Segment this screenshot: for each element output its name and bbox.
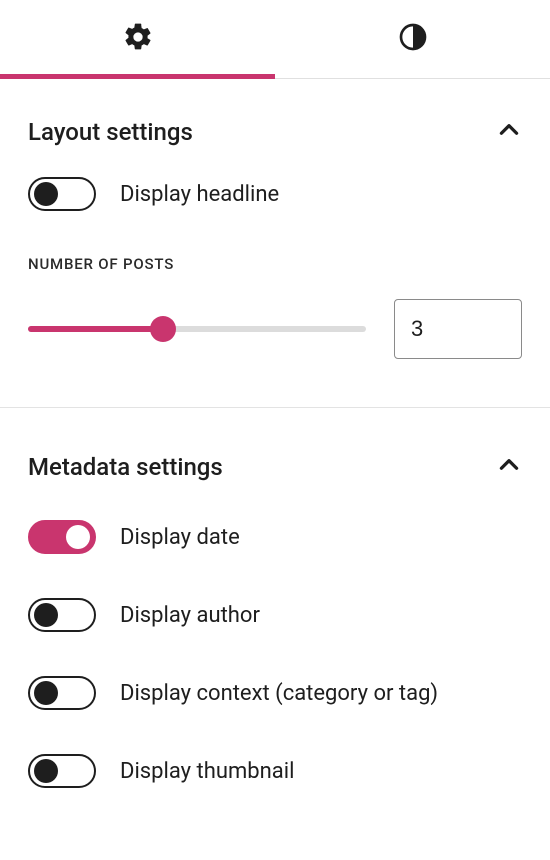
display-thumbnail-toggle[interactable] [28,754,96,788]
layout-settings-title: Layout settings [28,118,193,146]
gear-icon [122,21,154,57]
slider-thumb [150,316,176,342]
display-headline-toggle[interactable] [28,177,96,211]
metadata-settings-section: Metadata settings Display date Display a… [0,408,550,788]
chevron-up-icon [496,117,522,147]
display-author-label: Display author [120,603,260,628]
number-of-posts-slider[interactable] [28,317,366,341]
toggle-knob [66,525,90,549]
display-context-toggle[interactable] [28,676,96,710]
chevron-up-icon [496,452,522,482]
slider-fill [28,326,163,332]
tab-styles[interactable] [275,0,550,78]
metadata-settings-title: Metadata settings [28,453,223,481]
layout-settings-section: Layout settings Display headline NUMBER … [0,79,550,359]
toggle-knob [34,759,58,783]
display-author-toggle[interactable] [28,598,96,632]
layout-settings-header[interactable]: Layout settings [28,79,522,177]
display-date-row: Display date [28,520,522,554]
display-headline-label: Display headline [120,182,279,207]
contrast-icon [397,21,429,57]
display-context-row: Display context (category or tag) [28,676,522,710]
display-date-label: Display date [120,525,240,550]
tab-bar [0,0,550,79]
number-of-posts-label: NUMBER OF POSTS [28,255,522,273]
display-thumbnail-row: Display thumbnail [28,754,522,788]
display-thumbnail-label: Display thumbnail [120,759,294,784]
display-author-row: Display author [28,598,522,632]
display-date-toggle[interactable] [28,520,96,554]
toggle-knob [34,182,58,206]
display-context-label: Display context (category or tag) [120,681,438,706]
toggle-knob [34,681,58,705]
toggle-knob [34,603,58,627]
display-headline-row: Display headline [28,177,522,211]
tab-settings[interactable] [0,0,275,78]
number-of-posts-input[interactable] [394,299,522,359]
metadata-settings-header[interactable]: Metadata settings [28,408,522,520]
number-of-posts-control [28,299,522,359]
